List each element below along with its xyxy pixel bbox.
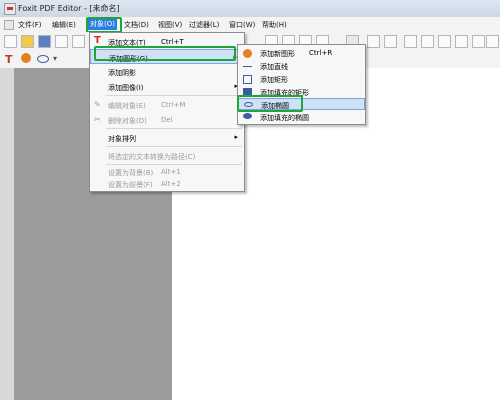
line-icon (243, 66, 252, 67)
menu-separator (106, 95, 242, 96)
menu-item-text-to-path[interactable]: 将选定的文本转换为路径(C) (90, 148, 244, 163)
menu-separator (106, 128, 242, 129)
doc-icon (4, 20, 14, 30)
cut-icon[interactable] (72, 35, 85, 48)
shape-submenu: 添加新图形 Ctrl+R 添加直线 添加矩形 添加填充的矩形 添加椭圆 添加填充… (237, 44, 366, 125)
dropdown-arrow-icon[interactable]: ▾ (53, 54, 57, 63)
menu-separator (106, 146, 242, 147)
object-menu-highlight (86, 17, 122, 33)
rotate-icon[interactable] (384, 35, 397, 48)
text-icon: T (94, 35, 101, 46)
open-folder-icon[interactable] (21, 35, 34, 48)
menu-filter[interactable]: 过滤器(L) (189, 20, 219, 30)
add-shape-highlight (94, 46, 236, 61)
menu-item-add-image[interactable]: 添加图像(I) ▸ (90, 79, 244, 94)
more-icon[interactable] (486, 35, 499, 48)
shape-tool-icon[interactable] (21, 53, 31, 63)
save-icon[interactable] (38, 35, 51, 48)
shape-icon (243, 49, 252, 58)
menu-item-edit-object[interactable]: ✎ 编辑对象(E) Ctrl+M (90, 97, 244, 112)
menu-item-delete-object[interactable]: ✂ 删除对象(D) Del (90, 112, 244, 127)
menu-item-add-shadow[interactable]: 添加阴影 (90, 64, 244, 79)
edit-icon: ✎ (94, 100, 101, 109)
window-title: Foxit PDF Editor - [未命名] (18, 4, 120, 13)
menu-view[interactable]: 视图(V) (158, 20, 182, 30)
menu-edit[interactable]: 编辑(E) (52, 20, 76, 30)
submenu-arrow-icon: ▸ (234, 133, 238, 141)
undo-icon[interactable] (367, 35, 380, 48)
menu-item-set-background[interactable]: 设置为背景(B) Alt+1 (90, 164, 244, 179)
menu-bar: 文件(F) 编辑(E) 对象(O) 文档(D) 视图(V) 过滤器(L) 窗口(… (0, 17, 500, 33)
submenu-item-add-rectangle[interactable]: 添加矩形 (238, 72, 365, 85)
menu-item-arrange[interactable]: 对象排列 ▸ (90, 130, 244, 145)
grid-icon[interactable] (404, 35, 417, 48)
app-icon (4, 3, 16, 15)
ellipse-tool-icon[interactable] (37, 55, 49, 63)
menu-help[interactable]: 帮助(H) (262, 20, 287, 30)
add-ellipse-highlight (237, 95, 303, 112)
filled-ellipse-icon (243, 113, 252, 119)
menu-document[interactable]: 文档(D) (124, 20, 149, 30)
print-icon[interactable] (55, 35, 68, 48)
page-layout-icon[interactable] (421, 35, 434, 48)
text-tool-icon[interactable]: T (5, 53, 13, 66)
table-icon[interactable] (472, 35, 485, 48)
title-bar: Foxit PDF Editor - [未命名] (0, 0, 500, 18)
new-document-icon[interactable] (4, 35, 17, 48)
rectangle-icon (243, 75, 252, 84)
side-panel (0, 68, 15, 400)
submenu-item-add-line[interactable]: 添加直线 (238, 59, 365, 72)
menu-window[interactable]: 窗口(W) (229, 20, 255, 30)
menu-file[interactable]: 文件(F) (18, 20, 42, 30)
submenu-item-add-new-shape[interactable]: 添加新图形 Ctrl+R (238, 46, 365, 59)
page-icon[interactable] (438, 35, 451, 48)
menu-item-set-foreground[interactable]: 设置为前景(F) Alt+2 (90, 178, 244, 190)
pages-icon[interactable] (455, 35, 468, 48)
delete-icon: ✂ (94, 115, 101, 124)
